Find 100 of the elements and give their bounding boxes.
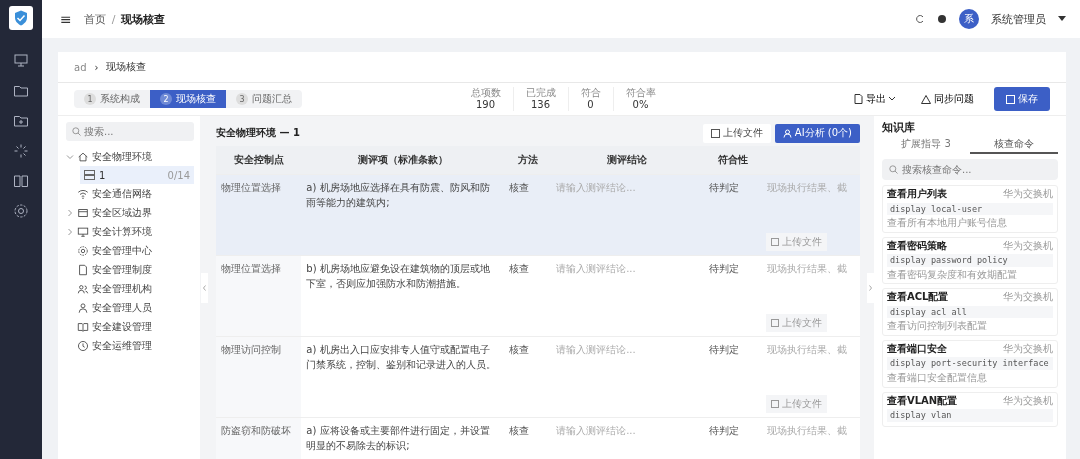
upload-button[interactable]: 上传文件 bbox=[702, 123, 771, 143]
compliance-select[interactable]: 待判定 bbox=[708, 182, 739, 193]
panel-tab[interactable]: 扩展指导 3 bbox=[882, 135, 970, 154]
compliance-select[interactable]: 待判定 bbox=[708, 263, 739, 274]
command-description: 查看端口安全配置信息 bbox=[887, 372, 988, 385]
save-button[interactable]: 保存 bbox=[994, 87, 1050, 111]
shield-logo-icon bbox=[12, 9, 30, 27]
stat-label: 符合 bbox=[580, 87, 601, 99]
app-logo[interactable] bbox=[9, 6, 33, 30]
tree-item[interactable]: 安全建设管理 bbox=[66, 317, 194, 336]
clock-icon bbox=[77, 339, 89, 352]
collapse-handle-icon[interactable] bbox=[866, 272, 874, 303]
menu-icon[interactable]: ≡ bbox=[60, 11, 72, 27]
spark-icon[interactable] bbox=[13, 143, 29, 159]
folder-icon[interactable] bbox=[13, 83, 29, 99]
command-card[interactable]: 查看密码策略 华为交换机 display password policy 查看密码复杂度和有效期配置 bbox=[882, 236, 1058, 285]
panel-tab[interactable]: 核查命令 bbox=[970, 135, 1058, 154]
stat-value: 0% bbox=[632, 99, 649, 111]
column-header: 方法 bbox=[504, 146, 552, 175]
breadcrumb-link[interactable]: 现场核查 bbox=[121, 11, 166, 27]
step-tab[interactable]: 2 现场核查 bbox=[150, 90, 226, 108]
command-description: 查看所有本地用户账号信息 bbox=[887, 217, 1008, 230]
tree-label: 1 bbox=[99, 169, 106, 181]
table-row[interactable]: 物理位置选择 a) 机房场地应选择在具有防震、防风和防雨等能力的建筑内; 核查 请输入测评结论... 待判定 现场执行结果、截 上传文件 bbox=[216, 174, 860, 256]
tree-item[interactable]: 安全通信网络 bbox=[66, 184, 194, 203]
breadcrumb-separator: › bbox=[94, 61, 99, 73]
compliance-select[interactable]: 待判定 bbox=[708, 425, 739, 436]
device-tag: 华为交换机 bbox=[1003, 291, 1053, 304]
tree-item[interactable]: 安全管理制度 bbox=[66, 260, 194, 279]
tree-item[interactable]: 安全运维管理 bbox=[66, 336, 194, 355]
column-header: 安全控制点 bbox=[216, 146, 302, 175]
breadcrumb-link[interactable]: 首页 bbox=[83, 11, 106, 27]
table-row[interactable]: 防盗窃和防破坏 a) 应将设备或主要部件进行固定，并设置明显的不易除去的标识; 核查 请输入测评结论... 待判定 现场执行结果、截 bbox=[216, 417, 860, 459]
book-icon[interactable] bbox=[13, 173, 29, 189]
table-cell: 物理位置选择 bbox=[221, 263, 281, 274]
table-cell: 核查 bbox=[509, 425, 530, 436]
file-icon bbox=[771, 319, 780, 327]
command-card[interactable]: 查看端口安全 华为交换机 display port-security interface 查看端口安全配置信息 bbox=[882, 339, 1058, 388]
column-header: 测评项（标准条款） bbox=[301, 146, 505, 175]
device-tag: 华为交换机 bbox=[1003, 188, 1053, 201]
tree-label: 安全区域边界 bbox=[92, 205, 152, 220]
step-tab[interactable]: 3 问题汇总 bbox=[226, 90, 302, 108]
search-field[interactable]: 搜索核查命令... bbox=[882, 159, 1058, 180]
tree-item[interactable]: 安全管理机构 bbox=[66, 279, 194, 298]
column-header: 测评结论 bbox=[551, 146, 704, 175]
stat-value: 190 bbox=[475, 99, 496, 111]
panel-title: 知识库 bbox=[882, 120, 916, 135]
wifi-icon bbox=[77, 187, 89, 200]
file-icon bbox=[854, 94, 863, 104]
breadcrumb-separator: / bbox=[111, 12, 116, 26]
breadcrumb-link[interactable]: ad bbox=[74, 61, 87, 73]
tree-item[interactable]: 安全区域边界 bbox=[66, 203, 194, 222]
file-icon bbox=[710, 128, 720, 138]
step-tab[interactable]: 1 系统构成 bbox=[74, 90, 150, 108]
tree-item[interactable]: 安全管理人员 bbox=[66, 298, 194, 317]
command-title: 查看用户列表 bbox=[887, 188, 947, 201]
command-card[interactable]: 查看ACL配置 华为交换机 display acl all 查看访问控制列表配置 bbox=[882, 288, 1058, 336]
table-cell: 核查 bbox=[509, 182, 530, 193]
screen-icon[interactable] bbox=[13, 53, 29, 69]
settings-icon[interactable] bbox=[13, 203, 29, 219]
tree-label: 安全通信网络 bbox=[92, 186, 152, 201]
command-title: 查看ACL配置 bbox=[887, 291, 949, 304]
command-card[interactable]: 查看VLAN配置 华为交换机 display vlan bbox=[882, 391, 1058, 427]
ai-analysis-button[interactable]: AI分析 (0个) bbox=[774, 123, 860, 143]
table-row[interactable]: 物理访问控制 a) 机房出入口应安排专人值守或配置电子门禁系统，控制、鉴别和记录进入的人员。 核查 请输入测评结论... 待判定 现场执行结果、截 上传文件 bbox=[216, 336, 860, 418]
tree-label: 安全运维管理 bbox=[92, 338, 152, 353]
people-icon bbox=[77, 282, 89, 295]
folder-add-icon[interactable] bbox=[13, 113, 29, 129]
tree-item[interactable]: 安全计算环境 bbox=[66, 222, 194, 241]
user-name[interactable]: 系统管理员 bbox=[991, 11, 1046, 27]
tree-item[interactable]: 安全物理环境 bbox=[66, 147, 194, 166]
file-icon bbox=[771, 400, 780, 408]
user-avatar[interactable]: 系 bbox=[959, 9, 979, 29]
search-field[interactable]: 搜索... bbox=[66, 122, 194, 141]
table-cell: 核查 bbox=[509, 263, 530, 274]
window-icon bbox=[77, 206, 89, 219]
table-cell: a) 应将设备或主要部件进行固定，并设置明显的不易除去的标识; bbox=[306, 425, 490, 451]
compliance-select[interactable]: 待判定 bbox=[708, 344, 739, 355]
table-row[interactable]: 物理位置选择 b) 机房场地应避免设在建筑物的顶层或地下室，否则应加强防水和防潮措施。 核查 请输入测评结论... 待判定 现场执行结果、截 上传文件 bbox=[216, 255, 860, 337]
device-tag: 华为交换机 bbox=[1003, 239, 1053, 253]
refresh-icon[interactable] bbox=[915, 14, 925, 24]
file-icon bbox=[771, 238, 780, 246]
progress-count: 0/14 bbox=[167, 169, 190, 181]
tree-label: 安全管理机构 bbox=[92, 281, 152, 296]
save-icon bbox=[1006, 94, 1015, 104]
stat-value: 0 bbox=[587, 99, 594, 111]
table-cell: 物理访问控制 bbox=[221, 344, 281, 355]
device-tag: 华为交换机 bbox=[1003, 394, 1053, 407]
collapse-handle-icon[interactable] bbox=[200, 272, 208, 303]
tree-label: 安全管理人员 bbox=[92, 300, 152, 315]
command-title: 查看密码策略 bbox=[887, 239, 947, 253]
caret-icon[interactable] bbox=[1058, 16, 1066, 22]
person-icon bbox=[77, 301, 89, 314]
stat-label: 符合率 bbox=[625, 87, 656, 99]
table-cell: 核查 bbox=[509, 344, 530, 355]
tree-label: 安全计算环境 bbox=[92, 224, 152, 239]
warning-icon bbox=[921, 94, 931, 104]
tree-child-item[interactable]: 1 0/14 bbox=[80, 166, 194, 184]
command-card[interactable]: 查看用户列表 华为交换机 display local-user 查看所有本地用户账号信息 bbox=[882, 185, 1058, 233]
tree-item[interactable]: 安全管理中心 bbox=[66, 241, 194, 260]
